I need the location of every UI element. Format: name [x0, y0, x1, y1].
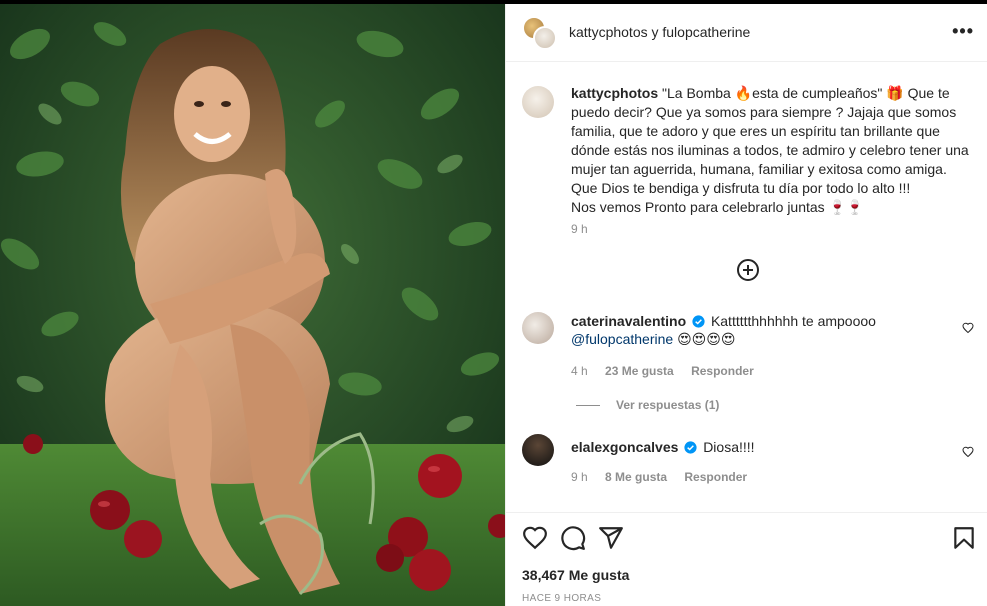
- caption-time[interactable]: 9 h: [571, 222, 588, 236]
- view-replies-button[interactable]: Ver respuestas (1): [576, 398, 719, 412]
- heart-icon[interactable]: [522, 525, 548, 551]
- view-replies-label: Ver respuestas (1): [616, 398, 720, 412]
- reply-button[interactable]: Responder: [684, 470, 747, 484]
- comment-meta: 9 h 8 Me gusta Responder: [571, 470, 761, 484]
- post-header: kattycphotos y fulopcatherine •••: [506, 4, 987, 62]
- comment-username[interactable]: elalexgoncalves: [571, 439, 678, 455]
- comment-likes[interactable]: 8 Me gusta: [605, 470, 667, 484]
- comment-username[interactable]: caterinavalentino: [571, 313, 686, 329]
- caption-avatar[interactable]: [522, 86, 554, 118]
- post-caption: kattycphotos "La Bomba 🔥esta de cumpleañ…: [571, 84, 976, 217]
- share-icon[interactable]: [598, 525, 624, 551]
- post-photo[interactable]: [0, 4, 505, 606]
- post-authors[interactable]: kattycphotos y fulopcatherine: [569, 24, 750, 40]
- mention-link[interactable]: @fulopcatherine: [571, 331, 673, 347]
- comment-text: Diosa!!!!: [703, 439, 755, 455]
- comment-emojis: 😍😍😍😍: [677, 331, 736, 347]
- avatar[interactable]: [522, 312, 554, 344]
- more-horizontal-icon[interactable]: •••: [952, 21, 974, 42]
- likes-count[interactable]: 38,467 Me gusta: [522, 567, 629, 583]
- post-timestamp[interactable]: HACE 9 HORAS: [522, 593, 601, 604]
- caption-username[interactable]: kattycphotos: [571, 85, 658, 101]
- bookmark-icon[interactable]: [951, 525, 977, 551]
- comment-body: elalexgoncalves Diosa!!!!: [571, 438, 951, 456]
- comments-scroll-area[interactable]: kattycphotos "La Bomba 🔥esta de cumpleañ…: [506, 62, 987, 512]
- post-image: [0, 4, 505, 606]
- comment-likes[interactable]: 23 Me gusta: [605, 364, 674, 378]
- comment-time[interactable]: 9 h: [571, 470, 588, 484]
- divider: [576, 405, 600, 407]
- heart-icon[interactable]: [962, 322, 974, 334]
- post-detail-panel: kattycphotos y fulopcatherine ••• kattyc…: [505, 4, 987, 606]
- reply-button[interactable]: Responder: [691, 364, 754, 378]
- caption-text-2: Que Dios te bendiga y disfruta tu día po…: [571, 180, 911, 196]
- collab-avatars[interactable]: [522, 16, 557, 50]
- avatar[interactable]: [533, 26, 557, 50]
- plus-circle-icon[interactable]: [736, 258, 760, 282]
- comment-text: Katttttthhhhhh te ampoooo: [710, 313, 876, 329]
- caption-text-3: Nos vemos Pronto para celebrarlo juntas …: [571, 199, 864, 215]
- comment-meta: 4 h 23 Me gusta Responder: [571, 364, 768, 378]
- comment-body: caterinavalentino Katttttthhhhhh te ampo…: [571, 312, 951, 348]
- verified-badge-icon: [692, 315, 705, 328]
- comment-time[interactable]: 4 h: [571, 364, 588, 378]
- heart-icon[interactable]: [962, 446, 974, 458]
- comment-icon[interactable]: [560, 525, 586, 551]
- avatar[interactable]: [522, 434, 554, 466]
- post-actions: 38,467 Me gusta HACE 9 HORAS: [506, 512, 987, 606]
- verified-badge-icon: [684, 441, 697, 454]
